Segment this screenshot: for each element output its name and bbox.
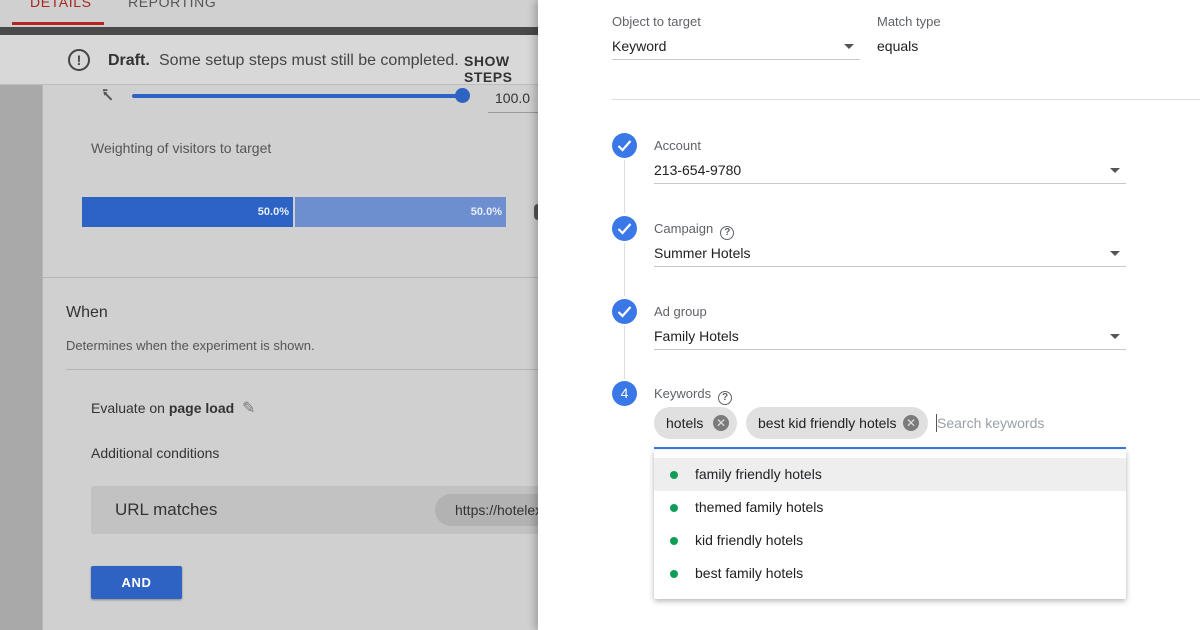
weighting-label: Weighting of visitors to target <box>91 140 272 156</box>
tabs-divider <box>0 27 540 35</box>
keyword-chip: hotels ✕ <box>654 407 737 439</box>
suggestion-status-dot <box>670 471 678 479</box>
section-divider <box>42 277 540 278</box>
evaluate-prefix: Evaluate on <box>91 400 165 416</box>
draft-message: Some setup steps must still be completed… <box>159 52 459 69</box>
account-select[interactable]: 213-654-9780 <box>654 160 1126 184</box>
top-tabs: DETAILS REPORTING <box>0 0 540 28</box>
keywords-label: Keywords <box>654 386 712 401</box>
when-title: When <box>66 304 108 321</box>
step-connector <box>624 326 625 379</box>
step-connector <box>624 243 625 296</box>
keyword-suggestions-dropdown: family friendly hotels themed family hot… <box>654 450 1126 599</box>
draft-banner: ! Draft. Some setup steps must still be … <box>0 35 540 85</box>
suggestion-status-dot <box>670 504 678 512</box>
ad-group-select[interactable]: Family Hotels <box>654 326 1126 350</box>
split-icon: ⭶ <box>102 86 114 106</box>
help-icon[interactable]: ? <box>720 226 735 240</box>
suggestion-label: family friendly hotels <box>695 466 822 482</box>
suggestion-item[interactable]: kid friendly hotels <box>654 524 1126 557</box>
help-icon[interactable]: ? <box>718 391 733 405</box>
and-button[interactable]: AND <box>91 566 182 599</box>
suggestion-status-dot <box>670 570 678 578</box>
suggestion-item[interactable]: themed family hotels <box>654 491 1126 524</box>
weight-bar-original: 50.0% <box>82 197 293 227</box>
step-complete-icon <box>612 133 637 158</box>
suggestion-status-dot <box>670 537 678 545</box>
ad-group-label: Ad group <box>654 304 707 319</box>
campaign-label-row: Campaign? <box>654 221 735 240</box>
object-to-target-label: Object to target <box>612 14 701 29</box>
account-value: 213-654-9780 <box>654 162 742 178</box>
campaign-label: Campaign <box>654 221 714 236</box>
evaluate-on-text: Evaluate on page load <box>91 400 234 416</box>
traffic-slider-thumb[interactable] <box>455 88 470 103</box>
step-complete-icon <box>612 216 637 241</box>
tab-reporting[interactable]: REPORTING <box>128 0 216 10</box>
ad-group-value: Family Hotels <box>654 328 739 344</box>
close-icon[interactable]: ✕ <box>903 415 919 431</box>
alert-icon: ! <box>68 49 90 71</box>
weight-bar-variant: 50.0% <box>295 197 506 227</box>
traffic-slider-track[interactable] <box>132 94 464 98</box>
keywords-label-row: Keywords? <box>654 386 733 405</box>
match-type-value: equals <box>877 38 919 54</box>
left-gutter <box>0 85 42 630</box>
keyword-chip-label: hotels <box>666 415 704 431</box>
show-steps-link[interactable]: SHOW STEPS <box>464 53 540 85</box>
object-to-target-select[interactable]: Keyword <box>612 36 860 60</box>
dropdown-caret-icon <box>1110 251 1120 256</box>
suggestion-item[interactable]: best family hotels <box>654 557 1126 590</box>
traffic-value-input[interactable]: 100.0 <box>488 90 540 113</box>
match-type-label: Match type <box>877 14 941 29</box>
url-matches-label: URL matches <box>115 500 218 519</box>
close-icon[interactable]: ✕ <box>713 415 729 431</box>
experiment-card <box>42 85 540 630</box>
keyword-chip-label: best kid friendly hotels <box>758 415 897 431</box>
step-connector <box>624 160 625 213</box>
campaign-value: Summer Hotels <box>654 245 751 261</box>
suggestion-label: kid friendly hotels <box>695 532 804 548</box>
section-divider <box>66 369 540 370</box>
suggestion-item[interactable]: family friendly hotels <box>654 458 1126 491</box>
when-description: Determines when the experiment is shown. <box>66 338 315 353</box>
account-label: Account <box>654 138 701 153</box>
step-number-badge: 4 <box>612 381 637 406</box>
step-complete-icon <box>612 299 637 324</box>
weight-label-original: 50.0% <box>257 206 289 218</box>
active-tab-indicator <box>12 22 104 25</box>
keyword-chip: best kid friendly hotels ✕ <box>746 407 928 439</box>
panel-divider <box>612 99 1200 100</box>
keywords-field[interactable]: hotels ✕ best kid friendly hotels ✕ <box>654 404 1126 449</box>
dropdown-caret-icon <box>844 44 854 49</box>
search-keywords-input[interactable] <box>937 412 1122 434</box>
url-condition-row: URL matches https://hotelexample.com <box>91 486 565 534</box>
draft-title: Draft. <box>108 52 150 69</box>
suggestion-label: best family hotels <box>695 565 804 581</box>
weight-label-variant: 50.0% <box>470 206 502 218</box>
suggestion-label: themed family hotels <box>695 499 824 515</box>
tab-details[interactable]: DETAILS <box>30 0 92 10</box>
pencil-icon[interactable]: ✎ <box>242 398 255 418</box>
object-to-target-value: Keyword <box>612 38 667 54</box>
additional-conditions-label: Additional conditions <box>91 445 220 461</box>
evaluate-value: page load <box>168 400 235 416</box>
campaign-select[interactable]: Summer Hotels <box>654 243 1126 267</box>
dropdown-caret-icon <box>1110 334 1120 339</box>
dropdown-caret-icon <box>1110 168 1120 173</box>
